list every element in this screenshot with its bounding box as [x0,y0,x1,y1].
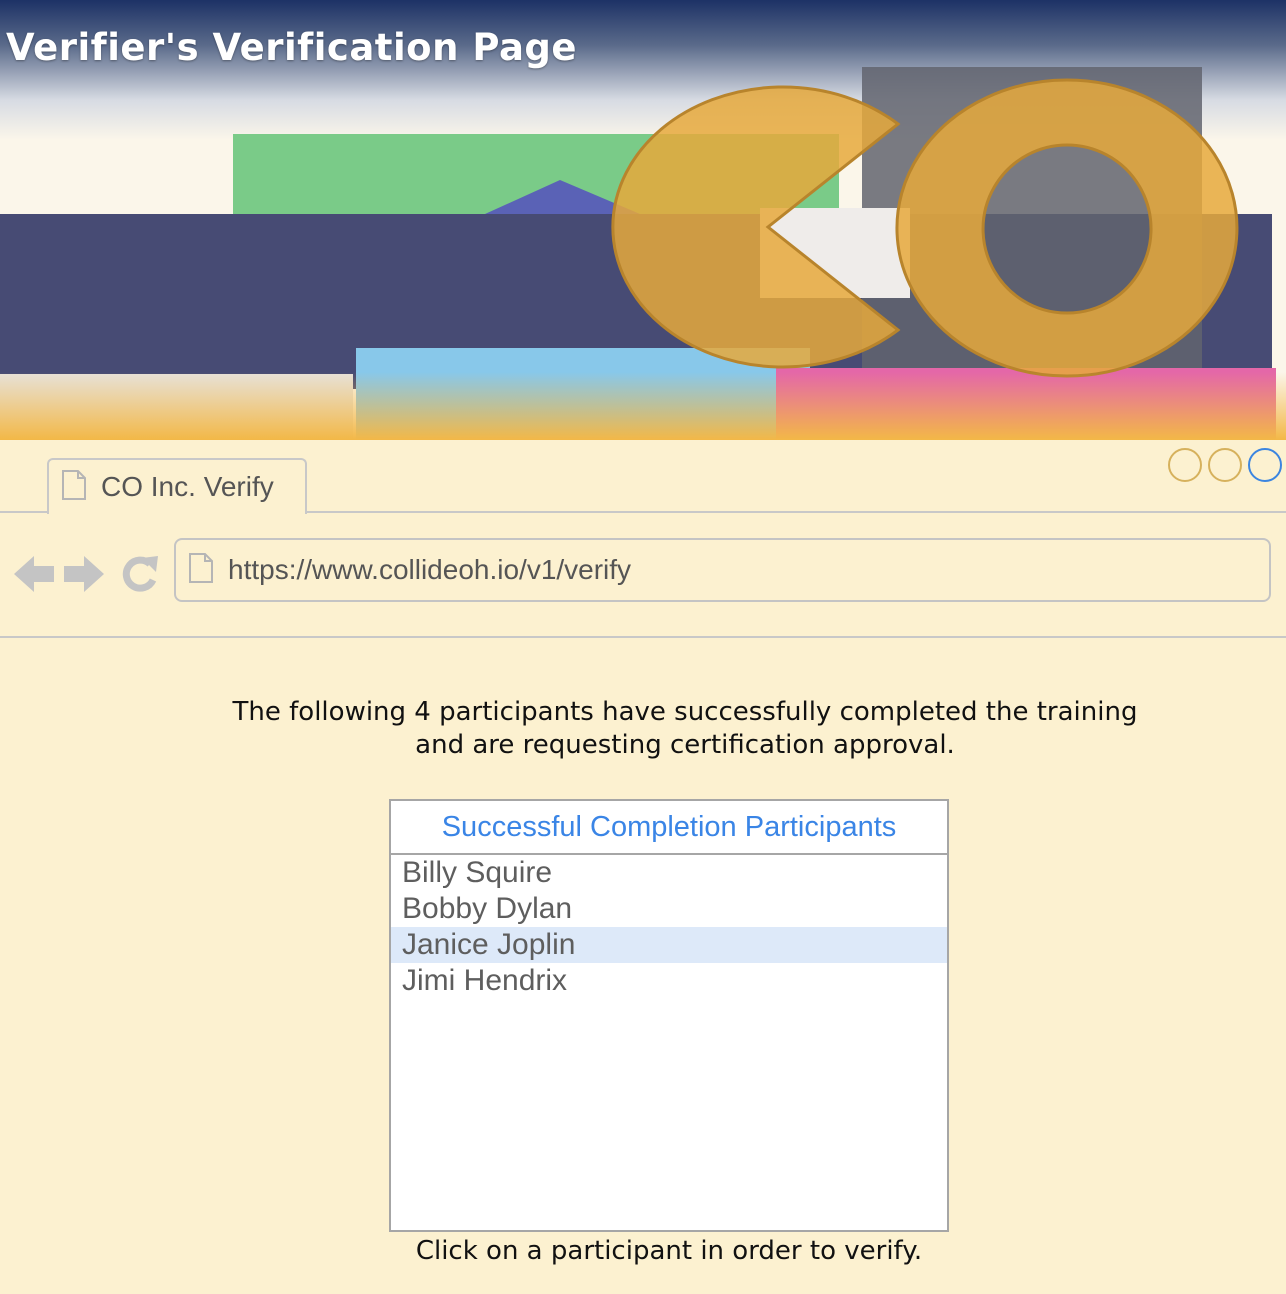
participants-list[interactable]: Successful Completion Participants Billy… [389,799,949,1232]
intro-text: The following 4 participants have succes… [100,696,1270,762]
nav-buttons [12,552,160,600]
page-icon [188,552,214,588]
browser-tab[interactable]: CO Inc. Verify [47,458,307,514]
intro-line-1: The following 4 participants have succes… [232,697,1138,727]
url-text: https://www.collideoh.io/v1/verify [228,554,632,585]
list-header: Successful Completion Participants [391,801,947,855]
reload-icon[interactable] [120,552,160,600]
hint-text: Click on a participant in order to verif… [415,1236,923,1266]
maximize-button[interactable] [1208,448,1242,482]
gold-fade [0,372,1286,440]
tab-label: CO Inc. Verify [101,471,274,502]
list-item[interactable]: Janice Joplin [391,927,947,963]
minimize-button[interactable] [1168,448,1202,482]
page-icon [61,469,87,505]
back-arrow-icon[interactable] [12,552,56,600]
header-banner: Verifier's Verification Page [0,0,1286,440]
list-item[interactable]: Bobby Dylan [391,891,947,927]
window-controls [1168,448,1282,482]
forward-arrow-icon[interactable] [62,552,106,600]
address-bar[interactable]: https://www.collideoh.io/v1/verify [174,538,1271,602]
intro-line-2: and are requesting certification approva… [415,730,955,760]
browser-chrome: CO Inc. Verify https://www.collideoh.io/… [0,440,1286,638]
list-item[interactable]: Billy Squire [391,855,947,891]
close-button[interactable] [1248,448,1282,482]
list-item[interactable]: Jimi Hendrix [391,963,947,999]
page-title: Verifier's Verification Page [6,26,577,69]
chrome-divider [0,636,1286,638]
